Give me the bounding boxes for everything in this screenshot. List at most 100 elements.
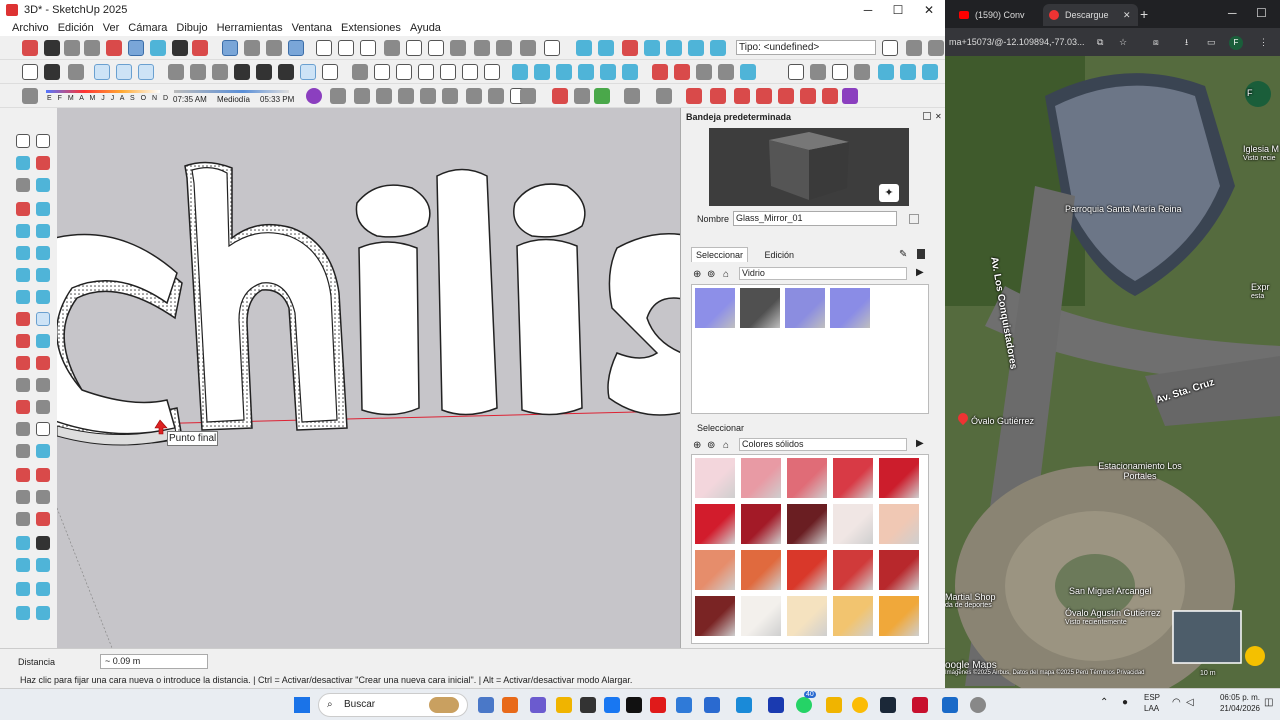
app-5-icon[interactable] — [970, 697, 986, 713]
camera-icon[interactable] — [376, 88, 392, 104]
solid-color-swatch[interactable] — [833, 596, 873, 636]
library-dropdown-2[interactable]: Colores sólidos — [739, 438, 907, 451]
style-back-icon[interactable] — [94, 64, 110, 80]
erase-icon[interactable] — [450, 40, 466, 56]
tape-icon[interactable] — [16, 400, 30, 414]
sandbox-tool-4-icon[interactable] — [36, 606, 50, 620]
chrome-icon[interactable] — [852, 697, 868, 713]
details-icon[interactable]: ▶ — [916, 267, 924, 278]
solid-union-icon[interactable] — [512, 64, 528, 80]
rectangle-icon[interactable] — [16, 224, 30, 238]
app-icon[interactable] — [580, 697, 596, 713]
house-7-icon[interactable] — [484, 64, 500, 80]
duplicate-icon[interactable] — [909, 214, 919, 224]
walk-tool-icon[interactable] — [36, 536, 50, 550]
arc2-icon[interactable] — [36, 268, 50, 282]
pie-icon[interactable] — [36, 290, 50, 304]
solid-color-swatch[interactable] — [787, 504, 827, 544]
warehouse-icon[interactable] — [288, 40, 304, 56]
orbit-icon[interactable] — [16, 468, 30, 482]
zoom-icon[interactable] — [64, 40, 80, 56]
task-view-icon[interactable] — [478, 697, 494, 713]
profile-badge-icon[interactable] — [306, 88, 322, 104]
lasso-icon[interactable] — [36, 134, 50, 148]
solid-color-swatch[interactable] — [879, 596, 919, 636]
wifi-icon[interactable]: ◠ — [1172, 697, 1181, 708]
dimension-icon[interactable] — [22, 40, 38, 56]
label-parroquia[interactable]: Parroquia Santa María Reina — [1065, 204, 1185, 214]
label-martial[interactable]: Martial Shop — [945, 592, 996, 602]
solid-color-swatch[interactable] — [695, 504, 735, 544]
eyedropper-icon[interactable]: ✎ — [899, 249, 907, 260]
sandbox-tool-1-icon[interactable] — [16, 582, 30, 596]
push-green-icon[interactable] — [756, 88, 772, 104]
home-2-icon[interactable]: ⌂ — [723, 440, 729, 451]
solid-subtract-icon[interactable] — [556, 64, 572, 80]
solid-color-swatch[interactable] — [833, 550, 873, 590]
opera-icon[interactable] — [650, 697, 666, 713]
label-san-miguel[interactable]: San Miguel Arcangel — [1069, 586, 1152, 596]
menu-herramientas[interactable]: Herramientas — [217, 22, 283, 34]
shield-icon[interactable] — [552, 88, 568, 104]
house-5-icon[interactable] — [440, 64, 456, 80]
offset-icon[interactable] — [36, 356, 50, 370]
solid-color-swatch[interactable] — [787, 596, 827, 636]
polygon-icon[interactable] — [36, 246, 50, 260]
drop-2-icon[interactable] — [900, 64, 916, 80]
front-view-icon[interactable] — [212, 64, 228, 80]
gear-2-icon[interactable] — [466, 88, 482, 104]
back-icon[interactable]: ⊕ — [693, 269, 701, 280]
walk-icon[interactable] — [192, 40, 208, 56]
settings-gear-icon[interactable] — [810, 64, 826, 80]
undo-icon[interactable] — [474, 40, 490, 56]
solid-split-icon[interactable] — [600, 64, 616, 80]
x-ray-icon[interactable] — [68, 64, 84, 80]
scale-icon[interactable] — [16, 356, 30, 370]
drape-icon[interactable] — [688, 40, 704, 56]
glass-swatch-1[interactable] — [695, 288, 735, 328]
text-tool-icon[interactable] — [44, 40, 60, 56]
material-name-input[interactable]: Glass_Mirror_01 — [733, 211, 897, 226]
sandbox-icon[interactable] — [644, 40, 660, 56]
tab-youtube[interactable]: (1590) Conv ✕ — [953, 4, 1039, 42]
redo-icon[interactable] — [496, 40, 512, 56]
previous-view-icon[interactable] — [128, 40, 144, 56]
library-dropdown-1[interactable]: Vidrio — [739, 267, 907, 280]
shaded-texture-icon[interactable] — [322, 64, 338, 80]
menu-ventana[interactable]: Ventana — [292, 22, 332, 34]
language-indicator[interactable]: ESP LAA — [1144, 692, 1160, 714]
previous-icon[interactable] — [36, 512, 50, 526]
outer-shell-icon[interactable] — [622, 64, 638, 80]
move-icon[interactable] — [16, 312, 30, 326]
profile-avatar[interactable]: F — [1229, 36, 1243, 50]
sketchup-taskbar-icon[interactable] — [942, 697, 958, 713]
select-arrow-icon[interactable] — [16, 134, 30, 148]
tag-eraser-icon[interactable] — [36, 178, 50, 192]
solid-color-swatch[interactable] — [741, 458, 781, 498]
home-icon[interactable]: ⌂ — [723, 269, 729, 280]
solid-color-swatch[interactable] — [879, 504, 919, 544]
minimize-icon[interactable]: ─ — [853, 0, 883, 20]
left-view-icon[interactable] — [278, 64, 294, 80]
rotated-rect-icon[interactable] — [36, 224, 50, 238]
save-icon[interactable] — [360, 40, 376, 56]
menu-ver[interactable]: Ver — [103, 22, 120, 34]
firefox-icon[interactable] — [502, 697, 518, 713]
pan-icon[interactable] — [36, 468, 50, 482]
section-display-icon[interactable] — [598, 40, 614, 56]
menu-archivo[interactable]: Archivo — [12, 22, 49, 34]
stamp-icon[interactable] — [666, 40, 682, 56]
facebook-icon[interactable] — [604, 697, 620, 713]
push-cyan-icon[interactable] — [734, 88, 750, 104]
push-purple-icon[interactable] — [822, 88, 838, 104]
house-library-icon[interactable] — [917, 249, 925, 259]
styles-icon[interactable] — [266, 40, 282, 56]
print-icon[interactable] — [520, 40, 536, 56]
3d-viewport[interactable]: Punto final — [57, 108, 680, 648]
section-plane-icon[interactable] — [576, 40, 592, 56]
triangle-icon[interactable] — [36, 378, 50, 392]
freehand-icon[interactable] — [36, 202, 50, 216]
extension-icon[interactable] — [740, 64, 756, 80]
solid-color-swatch[interactable] — [695, 596, 735, 636]
whatsapp-icon[interactable] — [796, 697, 812, 713]
